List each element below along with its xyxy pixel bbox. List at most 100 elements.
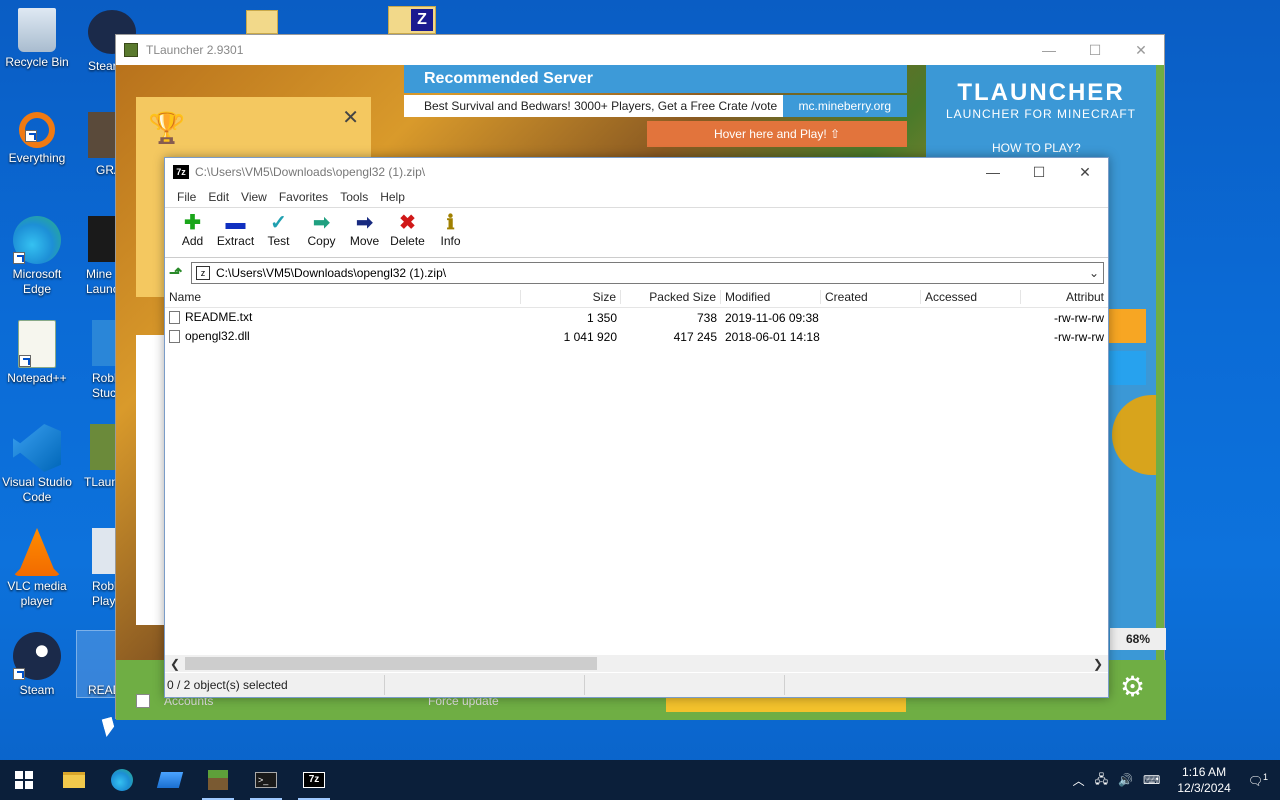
desktop-icon-label: TLaun xyxy=(84,475,119,489)
desktop-icon-label: Robl Play xyxy=(92,579,117,608)
extract-button[interactable]: ▬ Extract xyxy=(214,208,257,248)
add-button[interactable]: ✚ Add xyxy=(171,208,214,248)
scroll-left-icon[interactable]: ❮ xyxy=(165,657,185,671)
minimize-button[interactable]: — xyxy=(1026,42,1072,59)
chevron-down-icon[interactable]: ⌄ xyxy=(1085,266,1103,280)
column-size[interactable]: Size xyxy=(521,289,621,304)
desktop-icon-label: Mine Launc xyxy=(86,267,119,296)
minimize-button[interactable]: — xyxy=(970,164,1016,181)
desktop-icon-roblox-studio[interactable] xyxy=(92,320,116,366)
column-modified[interactable]: Modified xyxy=(721,289,821,304)
desktop-icon-vscode[interactable]: Visual Studio Code xyxy=(1,424,73,505)
mouse-cursor-icon xyxy=(101,717,117,737)
file-list: Name Size Packed Size Modified Created A… xyxy=(165,286,1108,656)
extract-icon: ▬ xyxy=(225,212,246,234)
taskbar-unknown-app[interactable] xyxy=(146,760,194,800)
gear-icon[interactable]: ⚙ xyxy=(1120,670,1145,703)
delete-button[interactable]: ✖ Delete xyxy=(386,208,429,248)
file-name: opengl32.dll xyxy=(185,329,250,344)
cell-attributes: -rw-rw-rw xyxy=(1054,329,1104,344)
scroll-right-icon[interactable]: ❯ xyxy=(1088,657,1108,671)
tlauncher-titlebar[interactable]: TLauncher 2.9301 — ☐ ✕ xyxy=(116,35,1164,65)
copy-button[interactable]: ➡ Copy xyxy=(300,208,343,248)
test-button[interactable]: ✓ Test xyxy=(257,208,300,248)
taskbar-terminal[interactable]: >_ xyxy=(242,760,290,800)
column-attributes[interactable]: Attribut xyxy=(1021,290,1108,304)
desktop-icon-steam[interactable]: Steam xyxy=(1,632,73,698)
taskbar-file-explorer[interactable] xyxy=(50,760,98,800)
server-description: Best Survival and Bedwars! 3000+ Players… xyxy=(424,99,778,113)
orange-button[interactable] xyxy=(1106,309,1146,343)
server-host[interactable]: mc.mineberry.org xyxy=(782,95,907,117)
move-button[interactable]: ➡ Move xyxy=(343,208,386,248)
desktop-icon-edge[interactable]: Microsoft Edge xyxy=(1,216,73,297)
tool-label: Move xyxy=(349,234,380,248)
desktop-icon-label: Stear xyxy=(88,59,117,73)
menu-tools[interactable]: Tools xyxy=(334,190,374,204)
windows-icon xyxy=(15,771,33,789)
maximize-button[interactable]: ☐ xyxy=(1016,164,1062,181)
desktop-icon-recycle-bin[interactable]: Recycle Bin xyxy=(1,8,73,70)
address-input[interactable]: z C:\Users\VM5\Downloads\opengl32 (1).zi… xyxy=(191,262,1104,284)
sevenzip-app-icon: 7z xyxy=(173,165,189,179)
close-button[interactable]: ✕ xyxy=(1062,164,1108,181)
menu-file[interactable]: File xyxy=(171,190,202,204)
menu-help[interactable]: Help xyxy=(374,190,411,204)
file-name: README.txt xyxy=(185,310,253,325)
info-button[interactable]: ℹ Info xyxy=(429,208,472,248)
tool-label: Add xyxy=(181,234,204,248)
progress-percent: 68% xyxy=(1110,628,1166,650)
desktop-icon-vlc[interactable]: VLC media player xyxy=(1,528,73,609)
menu-view[interactable]: View xyxy=(235,190,273,204)
folder-icon[interactable] xyxy=(246,10,278,34)
up-folder-icon[interactable]: ⬏ xyxy=(169,263,191,283)
play-server-button[interactable]: Hover here and Play! ⇧ xyxy=(647,121,907,147)
clock[interactable]: 1:16 AM 12/3/2024 xyxy=(1165,764,1242,796)
notepadpp-icon xyxy=(18,320,56,368)
notification-icon[interactable]: 🗨1 xyxy=(1243,772,1280,788)
recommended-server-title: Recommended Server xyxy=(404,65,907,93)
blue-button[interactable] xyxy=(1106,351,1146,385)
column-created[interactable]: Created xyxy=(821,289,921,304)
horizontal-scrollbar[interactable]: ❮ ❯ xyxy=(165,655,1108,672)
desktop-icon-notepadpp[interactable]: Notepad++ xyxy=(1,320,73,386)
selection-status: 0 / 2 object(s) selected xyxy=(165,675,385,695)
cell-size: 1 041 920 xyxy=(563,329,617,344)
taskbar-edge[interactable] xyxy=(98,760,146,800)
cell-size: 1 350 xyxy=(586,310,617,325)
taskbar-7zip[interactable]: 7z xyxy=(290,760,338,800)
table-row[interactable]: opengl32.dll 1 041 920 417 245 2018-06-01 1… xyxy=(165,327,1108,346)
keyboard-icon[interactable]: ⌨ xyxy=(1138,773,1165,787)
desktop-icon-everything[interactable]: Everything xyxy=(1,112,73,166)
menu-favorites[interactable]: Favorites xyxy=(273,190,334,204)
edge-icon xyxy=(13,216,61,264)
column-accessed[interactable]: Accessed xyxy=(921,289,1021,304)
recommended-server-banner[interactable]: Best Survival and Bedwars! 3000+ Players… xyxy=(404,95,907,117)
tool-label: Copy xyxy=(307,234,336,248)
desktop-icon-tlauncher[interactable] xyxy=(90,424,116,470)
start-button[interactable] xyxy=(0,760,48,800)
column-packed-size[interactable]: Packed Size xyxy=(621,289,721,304)
add-icon: ✚ xyxy=(184,212,201,234)
scroll-thumb[interactable] xyxy=(185,657,597,670)
clock-date: 12/3/2024 xyxy=(1177,781,1231,795)
sevenzip-window[interactable]: 7z C:\Users\VM5\Downloads\opengl32 (1).z… xyxy=(164,157,1109,698)
how-to-play-link[interactable]: HOW TO PLAY? xyxy=(992,141,1156,155)
chevron-up-icon[interactable]: ︿ xyxy=(1068,772,1090,789)
desktop-icon-roblox-player[interactable] xyxy=(92,528,116,574)
column-name[interactable]: Name xyxy=(165,289,521,304)
taskbar-tlauncher[interactable] xyxy=(194,760,242,800)
maximize-button[interactable]: ☐ xyxy=(1072,42,1118,59)
sevenzip-titlebar[interactable]: 7z C:\Users\VM5\Downloads\opengl32 (1).z… xyxy=(165,158,1108,186)
table-row[interactable]: README.txt 1 350 738 2019-11-06 09:38 -rw-rw… xyxy=(165,308,1108,327)
close-popup-icon[interactable]: ✕ xyxy=(342,105,359,130)
network-icon[interactable]: 🖧 xyxy=(1090,770,1113,791)
desktop-icon-mine-launcher[interactable] xyxy=(88,216,116,262)
accounts-checkbox[interactable] xyxy=(136,694,150,708)
volume-icon[interactable]: 🔊 xyxy=(1113,773,1138,787)
menu-edit[interactable]: Edit xyxy=(202,190,235,204)
desktop-icon-gra[interactable] xyxy=(88,112,116,158)
7zip-archive-icon[interactable]: Z xyxy=(388,6,436,34)
test-icon: ✓ xyxy=(270,212,287,234)
close-button[interactable]: ✕ xyxy=(1118,42,1164,59)
